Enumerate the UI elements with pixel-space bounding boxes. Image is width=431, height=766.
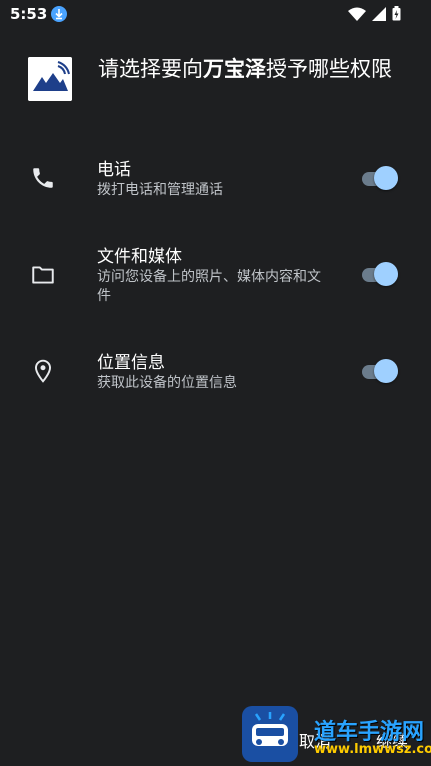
app-icon	[28, 57, 72, 101]
files-media-permission-toggle[interactable]	[360, 261, 400, 287]
battery-icon	[392, 6, 401, 25]
watermark-logo	[242, 706, 298, 762]
phone-permission-toggle[interactable]	[360, 165, 400, 191]
toggle-thumb	[374, 359, 398, 383]
phone-icon	[30, 165, 56, 191]
permission-title: 文件和媒体	[97, 247, 182, 267]
status-time: 5:53	[10, 5, 48, 23]
permission-description: 获取此设备的位置信息	[97, 375, 237, 391]
signal-icon	[372, 6, 386, 25]
toggle-thumb	[374, 166, 398, 190]
location-permission-toggle[interactable]	[360, 358, 400, 384]
app-name: 万宝泽	[203, 57, 266, 81]
permission-description: 访问您设备上的照片、媒体内容和文件	[97, 269, 321, 304]
permission-title: 电话	[97, 160, 131, 180]
permission-phone[interactable]: 电话 拨打电话和管理通话	[0, 155, 431, 215]
status-bar: 5:53	[0, 0, 431, 30]
permission-header: 请选择要向万宝泽授予哪些权限	[0, 55, 431, 115]
location-icon	[30, 358, 56, 384]
footer: 取消 继续 道车手游网 www.lmwwsz.com	[0, 700, 431, 766]
watermark-url: www.lmwwsz.com	[314, 742, 431, 757]
folder-icon	[30, 262, 56, 288]
download-icon	[51, 6, 67, 22]
permission-files-media[interactable]: 文件和媒体 访问您设备上的照片、媒体内容和文件	[0, 242, 431, 312]
page-title: 请选择要向万宝泽授予哪些权限	[98, 55, 403, 83]
permission-description: 拨打电话和管理通话	[97, 182, 223, 198]
title-suffix: 授予哪些权限	[266, 57, 392, 81]
wifi-icon	[348, 6, 366, 25]
permission-title: 位置信息	[97, 353, 165, 373]
title-prefix: 请选择要向	[98, 57, 203, 81]
toggle-thumb	[374, 262, 398, 286]
permission-location[interactable]: 位置信息 获取此设备的位置信息	[0, 348, 431, 408]
